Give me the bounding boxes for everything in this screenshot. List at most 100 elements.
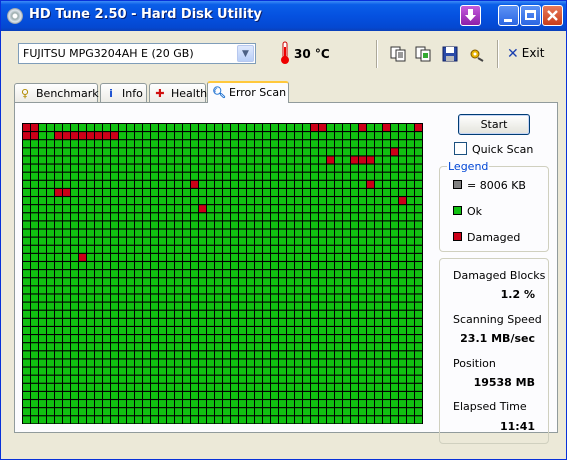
ok-block <box>231 343 238 351</box>
ok-block <box>383 205 390 213</box>
ok-block <box>95 237 102 245</box>
start-button[interactable]: Start <box>458 114 530 135</box>
ok-block <box>335 205 342 213</box>
ok-block <box>47 237 54 245</box>
ok-block <box>375 416 382 424</box>
ok-block <box>359 400 366 408</box>
ok-block <box>135 213 142 221</box>
ok-block <box>199 383 206 391</box>
ok-block <box>207 221 214 229</box>
ok-block <box>31 270 38 278</box>
ok-block <box>215 237 222 245</box>
ok-block <box>239 302 246 310</box>
ok-block <box>143 132 150 140</box>
download-arrow-icon <box>465 9 476 21</box>
ok-block <box>215 408 222 416</box>
ok-block <box>391 278 398 286</box>
ok-block <box>31 375 38 383</box>
ok-block <box>79 262 86 270</box>
ok-block <box>391 262 398 270</box>
ok-block <box>55 213 62 221</box>
ok-block <box>135 270 142 278</box>
ok-block <box>167 359 174 367</box>
download-button[interactable] <box>460 5 481 26</box>
ok-block <box>287 335 294 343</box>
ok-block <box>279 270 286 278</box>
ok-block <box>415 188 422 196</box>
ok-block <box>95 253 102 261</box>
ok-block <box>215 367 222 375</box>
ok-block <box>71 318 78 326</box>
save-icon[interactable] <box>442 46 458 62</box>
close-button[interactable] <box>542 5 563 26</box>
exit-button[interactable]: ✕ Exit <box>507 46 544 62</box>
tab-benchmark[interactable]: ♀ Benchmark <box>14 83 99 102</box>
ok-block <box>311 310 318 318</box>
ok-block <box>79 237 86 245</box>
ok-block <box>231 197 238 205</box>
ok-block <box>279 343 286 351</box>
ok-block <box>63 416 70 424</box>
ok-block <box>303 318 310 326</box>
ok-block <box>327 327 334 334</box>
scan-grid <box>23 124 422 424</box>
ok-block <box>335 229 342 237</box>
ok-block <box>79 213 86 221</box>
ok-block <box>415 327 422 334</box>
ok-block <box>87 237 94 245</box>
tab-info[interactable]: i Info <box>100 83 147 102</box>
ok-block <box>215 124 222 131</box>
ok-block <box>255 400 262 408</box>
damaged-block <box>31 124 38 131</box>
copy-text-icon[interactable] <box>390 46 406 62</box>
ok-block <box>399 310 406 318</box>
ok-block <box>415 294 422 302</box>
ok-block <box>127 278 134 286</box>
ok-block <box>215 400 222 408</box>
tab-label: Benchmark <box>36 87 99 100</box>
drive-select[interactable]: FUJITSU MPG3204AH E (20 GB) ▼ <box>18 43 256 64</box>
ok-block <box>23 188 30 196</box>
ok-block <box>399 221 406 229</box>
ok-block <box>287 270 294 278</box>
ok-block <box>279 188 286 196</box>
ok-block <box>335 213 342 221</box>
ok-block <box>63 156 70 164</box>
minimize-button[interactable] <box>498 5 519 26</box>
ok-block <box>23 221 30 229</box>
ok-block <box>279 367 286 375</box>
ok-block <box>95 124 102 131</box>
ok-block <box>327 359 334 367</box>
ok-block <box>303 164 310 172</box>
maximize-button[interactable] <box>520 5 541 26</box>
ok-block <box>103 148 110 156</box>
ok-block <box>47 327 54 334</box>
ok-block <box>39 400 46 408</box>
quick-scan-checkbox[interactable]: Quick Scan <box>454 142 533 156</box>
ok-block <box>31 172 38 180</box>
ok-block <box>319 205 326 213</box>
ok-block <box>247 416 254 424</box>
ok-block <box>215 205 222 213</box>
tab-error-scan[interactable]: 🔍︎ Error Scan <box>207 81 289 103</box>
ok-block <box>79 205 86 213</box>
ok-block <box>151 132 158 140</box>
ok-block <box>191 294 198 302</box>
checkbox-box[interactable] <box>454 142 467 155</box>
ok-block <box>31 221 38 229</box>
ok-block <box>399 156 406 164</box>
ok-block <box>39 148 46 156</box>
title-bar[interactable]: HD Tune 2.50 - Hard Disk Utility <box>1 1 566 31</box>
ok-block <box>135 253 142 261</box>
ok-block <box>191 310 198 318</box>
tab-health[interactable]: ✚ Health <box>149 83 207 102</box>
chevron-down-icon[interactable]: ▼ <box>237 45 254 62</box>
ok-block <box>183 132 190 140</box>
ok-block <box>103 262 110 270</box>
ok-block <box>79 286 86 294</box>
options-icon[interactable] <box>469 46 485 62</box>
copy-screenshot-icon[interactable] <box>415 46 431 62</box>
ok-block <box>39 286 46 294</box>
ok-block <box>119 327 126 334</box>
ok-block <box>143 391 150 399</box>
